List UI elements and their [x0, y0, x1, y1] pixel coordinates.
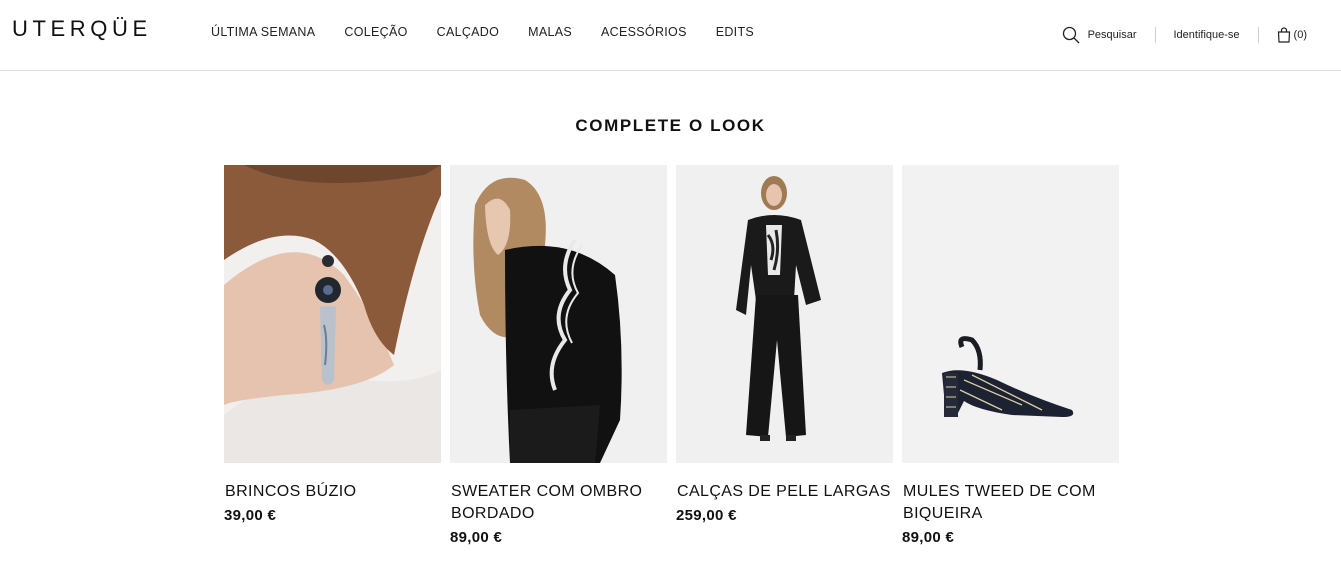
product-image[interactable] — [676, 165, 893, 463]
product-name[interactable]: CALÇAS DE PELE LARGAS — [676, 481, 893, 503]
product-image[interactable] — [902, 165, 1119, 463]
cart-button[interactable]: (0) — [1277, 27, 1307, 43]
product-image[interactable] — [450, 165, 667, 463]
brand-logo[interactable]: UTERQÜE — [12, 17, 152, 41]
product-name[interactable]: SWEATER COM OMBRO BORDADO — [450, 481, 667, 525]
product-card[interactable]: SWEATER COM OMBRO BORDADO 89,00 € — [450, 165, 667, 546]
divider — [1257, 27, 1259, 43]
product-price: 259,00 € — [676, 507, 737, 524]
earring-model-photo — [224, 165, 441, 463]
product-price: 89,00 € — [902, 529, 955, 546]
product-price: 39,00 € — [224, 507, 277, 524]
login-label: Identifique-se — [1173, 29, 1240, 41]
nav-item-edits[interactable]: EDITS — [716, 24, 754, 40]
login-link[interactable]: Identifique-se — [1174, 29, 1240, 41]
site-header: UTERQÜE ÚLTIMA SEMANA COLEÇÃO CALÇADO MA… — [0, 0, 1341, 71]
cart-count: (0) — [1293, 29, 1307, 41]
search-icon — [1062, 26, 1080, 44]
nav-item-ultima-semana[interactable]: ÚLTIMA SEMANA — [211, 24, 315, 40]
nav-item-malas[interactable]: MALAS — [528, 24, 572, 40]
product-price: 89,00 € — [450, 529, 503, 546]
header-tools: Pesquisar Identifique-se (0) — [1062, 25, 1307, 45]
tweed-mule-shoe-photo — [902, 165, 1119, 463]
leather-trousers-model-photo — [676, 165, 893, 463]
product-name[interactable]: BRINCOS BÚZIO — [224, 481, 441, 503]
divider — [1154, 27, 1156, 43]
search-label: Pesquisar — [1087, 29, 1137, 41]
product-image[interactable] — [224, 165, 441, 463]
search-button[interactable]: Pesquisar — [1062, 26, 1137, 44]
nav-item-colecao[interactable]: COLEÇÃO — [344, 24, 407, 40]
nav-item-acessorios[interactable]: ACESSÓRIOS — [601, 24, 687, 40]
product-grid: BRINCOS BÚZIO 39,00 € SWEATER COM OMBRO … — [224, 165, 1119, 546]
nav-item-calcado[interactable]: CALÇADO — [437, 24, 500, 40]
section-title: COMPLETE O LOOK — [575, 116, 766, 135]
product-name[interactable]: MULES TWEED DE COM BIQUEIRA — [902, 481, 1119, 525]
product-card[interactable]: MULES TWEED DE COM BIQUEIRA 89,00 € — [902, 165, 1119, 546]
product-card[interactable]: CALÇAS DE PELE LARGAS 259,00 € — [676, 165, 893, 546]
shopping-bag-icon — [1277, 27, 1290, 43]
product-card[interactable]: BRINCOS BÚZIO 39,00 € — [224, 165, 441, 546]
main-nav: ÚLTIMA SEMANA COLEÇÃO CALÇADO MALAS ACES… — [211, 24, 783, 40]
sweater-model-photo — [450, 165, 667, 463]
